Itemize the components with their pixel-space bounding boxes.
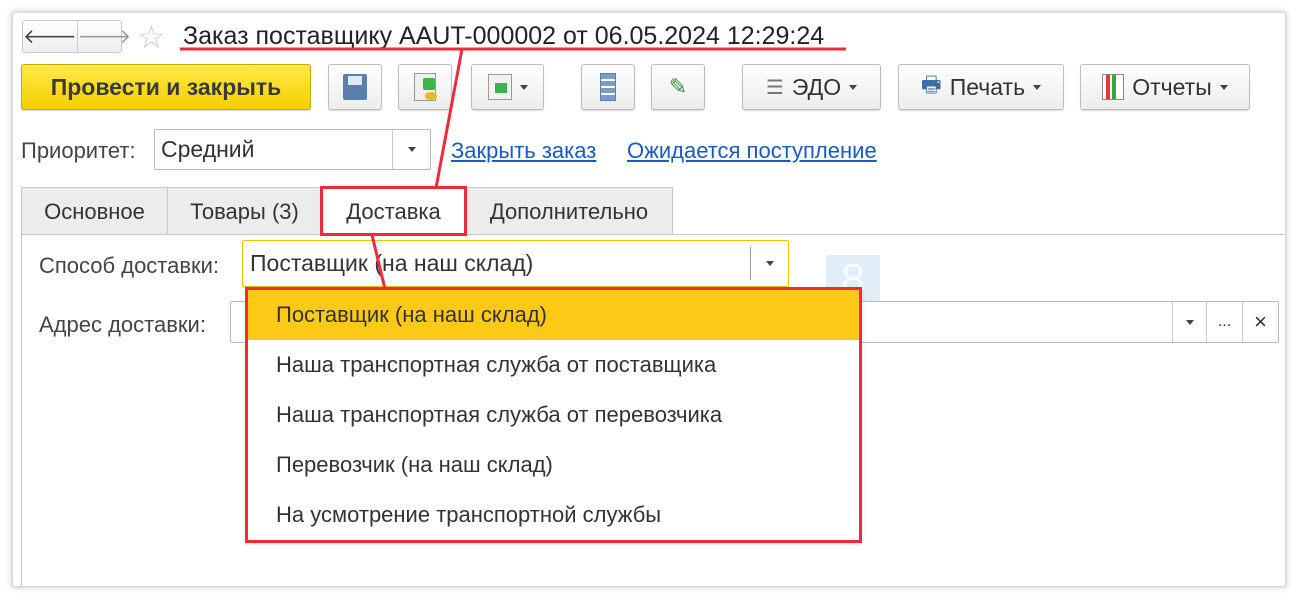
tab-delivery[interactable]: Доставка bbox=[321, 187, 466, 236]
edo-icon: ☰ bbox=[765, 76, 784, 99]
chevron-down-icon bbox=[1033, 84, 1042, 90]
forward-button[interactable]: 🡒 bbox=[78, 21, 132, 52]
priority-value: Средний bbox=[161, 136, 255, 162]
dropdown-option[interactable]: Наша транспортная служба от поставщика bbox=[248, 340, 860, 390]
post-button[interactable] bbox=[398, 64, 452, 110]
dropdown-option[interactable]: Поставщик (на наш склад) bbox=[248, 290, 860, 340]
delivery-method-select[interactable]: Поставщик (на наш склад) bbox=[242, 240, 789, 287]
create-based-on-button[interactable] bbox=[471, 64, 544, 110]
report-chart-icon bbox=[1102, 74, 1125, 100]
floppy-disk-icon bbox=[343, 74, 367, 100]
dropdown-option[interactable]: На усмотрение транспортной службы bbox=[248, 490, 860, 540]
chevron-down-icon bbox=[1185, 319, 1194, 325]
delivery-method-dropdown: Поставщик (на наш склад) Наша транспортн… bbox=[248, 290, 860, 540]
delivery-method-value: Поставщик (на наш склад) bbox=[250, 250, 534, 276]
chevron-down-icon bbox=[519, 84, 528, 90]
chevron-down-icon bbox=[407, 147, 416, 152]
dropdown-option[interactable]: Наша транспортная служба от перевозчика bbox=[248, 390, 860, 440]
chevron-down-icon bbox=[1219, 84, 1228, 90]
tab-main[interactable]: Основное bbox=[21, 187, 168, 235]
back-button[interactable]: 🡐 bbox=[23, 21, 78, 52]
reports-button[interactable]: Отчеты bbox=[1080, 64, 1250, 110]
awaiting-receipt-link[interactable]: Ожидается поступление bbox=[627, 138, 877, 164]
delivery-method-label: Способ доставки: bbox=[39, 253, 220, 278]
close-order-link[interactable]: Закрыть заказ bbox=[451, 138, 596, 164]
address-clear-button[interactable]: × bbox=[1242, 302, 1278, 342]
chevron-down-icon bbox=[849, 84, 858, 90]
priority-select[interactable]: Средний bbox=[154, 129, 431, 170]
delivery-address-label: Адрес доставки: bbox=[39, 312, 206, 337]
post-document-icon bbox=[414, 73, 437, 101]
post-and-close-button[interactable]: Провести и закрыть bbox=[21, 64, 311, 110]
page-title: Заказ поставщику AAUT-000002 от 06.05.20… bbox=[183, 22, 825, 50]
edit-history-button[interactable]: ✎ bbox=[651, 64, 705, 110]
tab-additional[interactable]: Дополнительно bbox=[465, 187, 673, 235]
print-button[interactable]: 🖶 Печать bbox=[898, 64, 1064, 110]
priority-label: Приоритет: bbox=[21, 138, 136, 163]
create-based-on-icon bbox=[487, 74, 512, 100]
save-button[interactable] bbox=[328, 64, 382, 110]
post-and-close-label: Провести и закрыть bbox=[50, 73, 282, 100]
pencil-clock-icon: ✎ bbox=[668, 74, 688, 99]
tab-goods[interactable]: Товары (3) bbox=[167, 187, 322, 235]
printer-icon: 🖶 bbox=[920, 72, 942, 97]
reports-label: Отчеты bbox=[1132, 73, 1212, 100]
edo-button[interactable]: ☰ ЭДО bbox=[742, 64, 881, 110]
dropdown-option[interactable]: Перевозчик (на наш склад) bbox=[248, 440, 860, 490]
nav-buttons: 🡐 🡒 bbox=[22, 20, 131, 53]
structure-button[interactable] bbox=[581, 64, 635, 110]
address-select-button[interactable]: ... bbox=[1206, 302, 1242, 342]
print-label: Печать bbox=[949, 73, 1026, 100]
address-dropdown-button[interactable] bbox=[1172, 302, 1206, 342]
chevron-down-icon bbox=[765, 261, 774, 266]
edo-label: ЭДО bbox=[791, 73, 842, 100]
list-icon bbox=[600, 73, 616, 101]
favorite-star-icon[interactable]: ☆ bbox=[137, 18, 166, 56]
